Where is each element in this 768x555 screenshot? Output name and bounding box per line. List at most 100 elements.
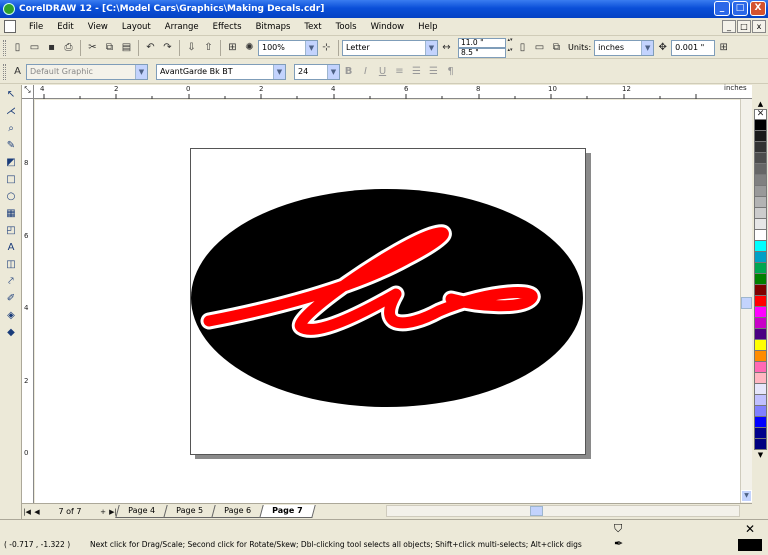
color-swatch[interactable] — [754, 175, 767, 186]
polygon-tool-icon[interactable]: ▦ — [2, 205, 20, 221]
menu-edit[interactable]: Edit — [50, 22, 80, 32]
toolbar-grip[interactable] — [3, 63, 6, 80]
doc-minimize-button[interactable]: _ — [722, 20, 736, 33]
color-swatch[interactable] — [754, 439, 767, 450]
fill-none-indicator[interactable]: ✕ — [738, 523, 762, 537]
text-tool-icon[interactable]: A — [2, 239, 20, 255]
rectangle-tool-icon[interactable]: □ — [2, 171, 20, 187]
width-spinner[interactable]: ▴▾ — [506, 37, 514, 48]
color-swatch[interactable] — [754, 153, 767, 164]
page-width-field[interactable]: 11.0 " — [458, 37, 506, 48]
color-swatch[interactable] — [754, 131, 767, 142]
color-swatch[interactable] — [754, 384, 767, 395]
corel-online-icon[interactable]: ✺ — [242, 40, 257, 56]
shape-tool-icon[interactable]: ⋌ — [2, 103, 20, 119]
chevron-down-icon[interactable]: ▼ — [135, 64, 147, 79]
units-select[interactable]: inches ▼ — [594, 39, 655, 56]
page-tab-5[interactable]: Page 5 — [163, 505, 216, 518]
ellipse-tool-icon[interactable]: ○ — [2, 188, 20, 204]
zoom-tool-icon[interactable]: ⌕ — [2, 120, 20, 136]
menu-window[interactable]: Window — [364, 22, 412, 32]
align-icon[interactable]: ≡ — [392, 64, 407, 80]
document-icon[interactable] — [4, 20, 16, 33]
menu-view[interactable]: View — [81, 22, 115, 32]
paste-icon[interactable]: ▤ — [119, 40, 134, 56]
zoom-level-select[interactable]: 100% ▼ — [258, 39, 318, 56]
scroll-down-arrow[interactable]: ▼ — [741, 490, 752, 502]
chevron-down-icon[interactable]: ▼ — [273, 64, 285, 79]
palette-scroll-down-icon[interactable]: ▼ — [754, 450, 767, 460]
doc-restore-button[interactable]: □ — [737, 20, 751, 33]
color-swatch[interactable] — [754, 362, 767, 373]
no-color-swatch[interactable]: ✕ — [754, 109, 767, 120]
page-height-field[interactable]: 8.5 " — [458, 47, 506, 58]
basic-shapes-tool-icon[interactable]: ◰ — [2, 222, 20, 238]
drop-cap-icon[interactable]: ☰ — [426, 64, 441, 80]
color-swatch[interactable] — [754, 307, 767, 318]
page-tab-6[interactable]: Page 6 — [211, 505, 264, 518]
font-select[interactable]: AvantGarde Bk BT ▼ — [156, 63, 286, 80]
color-swatch[interactable] — [754, 296, 767, 307]
cut-icon[interactable]: ✂ — [85, 40, 100, 56]
toolbar-grip[interactable] — [3, 39, 6, 56]
horizontal-scrollbar[interactable] — [386, 505, 740, 517]
page-tab-7[interactable]: Page 7 — [259, 505, 316, 518]
interactive-blend-tool-icon[interactable]: ◫ — [2, 256, 20, 272]
color-swatch[interactable] — [754, 120, 767, 131]
outline-tool-icon[interactable]: ✐ — [2, 290, 20, 306]
doc-close-button[interactable]: x — [752, 20, 766, 33]
paper-type-select[interactable]: Letter ▼ — [342, 39, 438, 56]
outline-pen-icon[interactable]: ✒ — [614, 537, 623, 550]
vertical-ruler[interactable]: 8 6 4 2 0 — [22, 99, 34, 503]
color-swatch[interactable] — [754, 329, 767, 340]
color-swatch[interactable] — [754, 417, 767, 428]
color-swatch[interactable] — [754, 252, 767, 263]
paragraph-icon[interactable]: ¶ — [443, 64, 458, 80]
menu-file[interactable]: File — [22, 22, 50, 32]
drawing-page[interactable] — [190, 148, 586, 455]
horizontal-ruler[interactable]: 4 2 0 2 4 6 8 10 12 inches — [34, 84, 752, 99]
color-swatch[interactable] — [754, 395, 767, 406]
color-swatch[interactable] — [754, 230, 767, 241]
new-icon[interactable]: ▯ — [10, 40, 25, 56]
menu-text[interactable]: Text — [297, 22, 328, 32]
menu-tools[interactable]: Tools — [329, 22, 364, 32]
portrait-icon[interactable]: ▯ — [515, 40, 530, 56]
color-swatch[interactable] — [754, 186, 767, 197]
maximize-button[interactable]: □ — [732, 1, 748, 16]
color-swatch[interactable] — [754, 164, 767, 175]
horizontal-scroll-thumb[interactable] — [530, 506, 543, 516]
menu-effects[interactable]: Effects — [206, 22, 249, 32]
interactive-fill-tool-icon[interactable]: ◆ — [2, 324, 20, 340]
save-icon[interactable]: ▪ — [44, 40, 59, 56]
color-swatch[interactable] — [754, 351, 767, 362]
chevron-down-icon[interactable]: ▼ — [425, 40, 437, 55]
page-tab-4[interactable]: Page 4 — [115, 505, 168, 518]
fill-tool-icon[interactable]: ◈ — [2, 307, 20, 323]
chevron-down-icon[interactable]: ▼ — [327, 64, 339, 79]
font-size-select[interactable]: 24 ▼ — [294, 63, 340, 80]
add-page-icon[interactable]: + — [98, 508, 108, 516]
first-page-icon[interactable]: |◀ — [22, 508, 32, 516]
eyedropper-tool-icon[interactable]: ⤤ — [2, 273, 20, 289]
color-swatch[interactable] — [754, 285, 767, 296]
color-swatch[interactable] — [754, 318, 767, 329]
chevron-down-icon[interactable]: ▼ — [641, 40, 654, 55]
nudge-distance-field[interactable]: 0.001 " — [671, 39, 716, 56]
style-select[interactable]: Default Graphic ▼ — [26, 63, 148, 80]
menu-bitmaps[interactable]: Bitmaps — [249, 22, 298, 32]
color-swatch[interactable] — [754, 274, 767, 285]
snap-to-grid-icon[interactable]: ⊹ — [319, 40, 334, 56]
pick-tool-icon[interactable]: ↖ — [2, 86, 20, 102]
copy-icon[interactable]: ⧉ — [102, 40, 117, 56]
outline-color-indicator[interactable] — [738, 539, 762, 551]
application-launcher-icon[interactable]: ⊞ — [225, 40, 240, 56]
coreldraw-app-icon[interactable] — [3, 3, 15, 15]
menu-arrange[interactable]: Arrange — [158, 22, 206, 32]
import-icon[interactable]: ⇩ — [184, 40, 199, 56]
color-swatch[interactable] — [754, 428, 767, 439]
export-icon[interactable]: ⇧ — [201, 40, 216, 56]
height-spinner[interactable]: ▴▾ — [506, 47, 514, 58]
vertical-scroll-thumb[interactable] — [741, 297, 752, 309]
landscape-icon[interactable]: ▭ — [532, 40, 547, 56]
